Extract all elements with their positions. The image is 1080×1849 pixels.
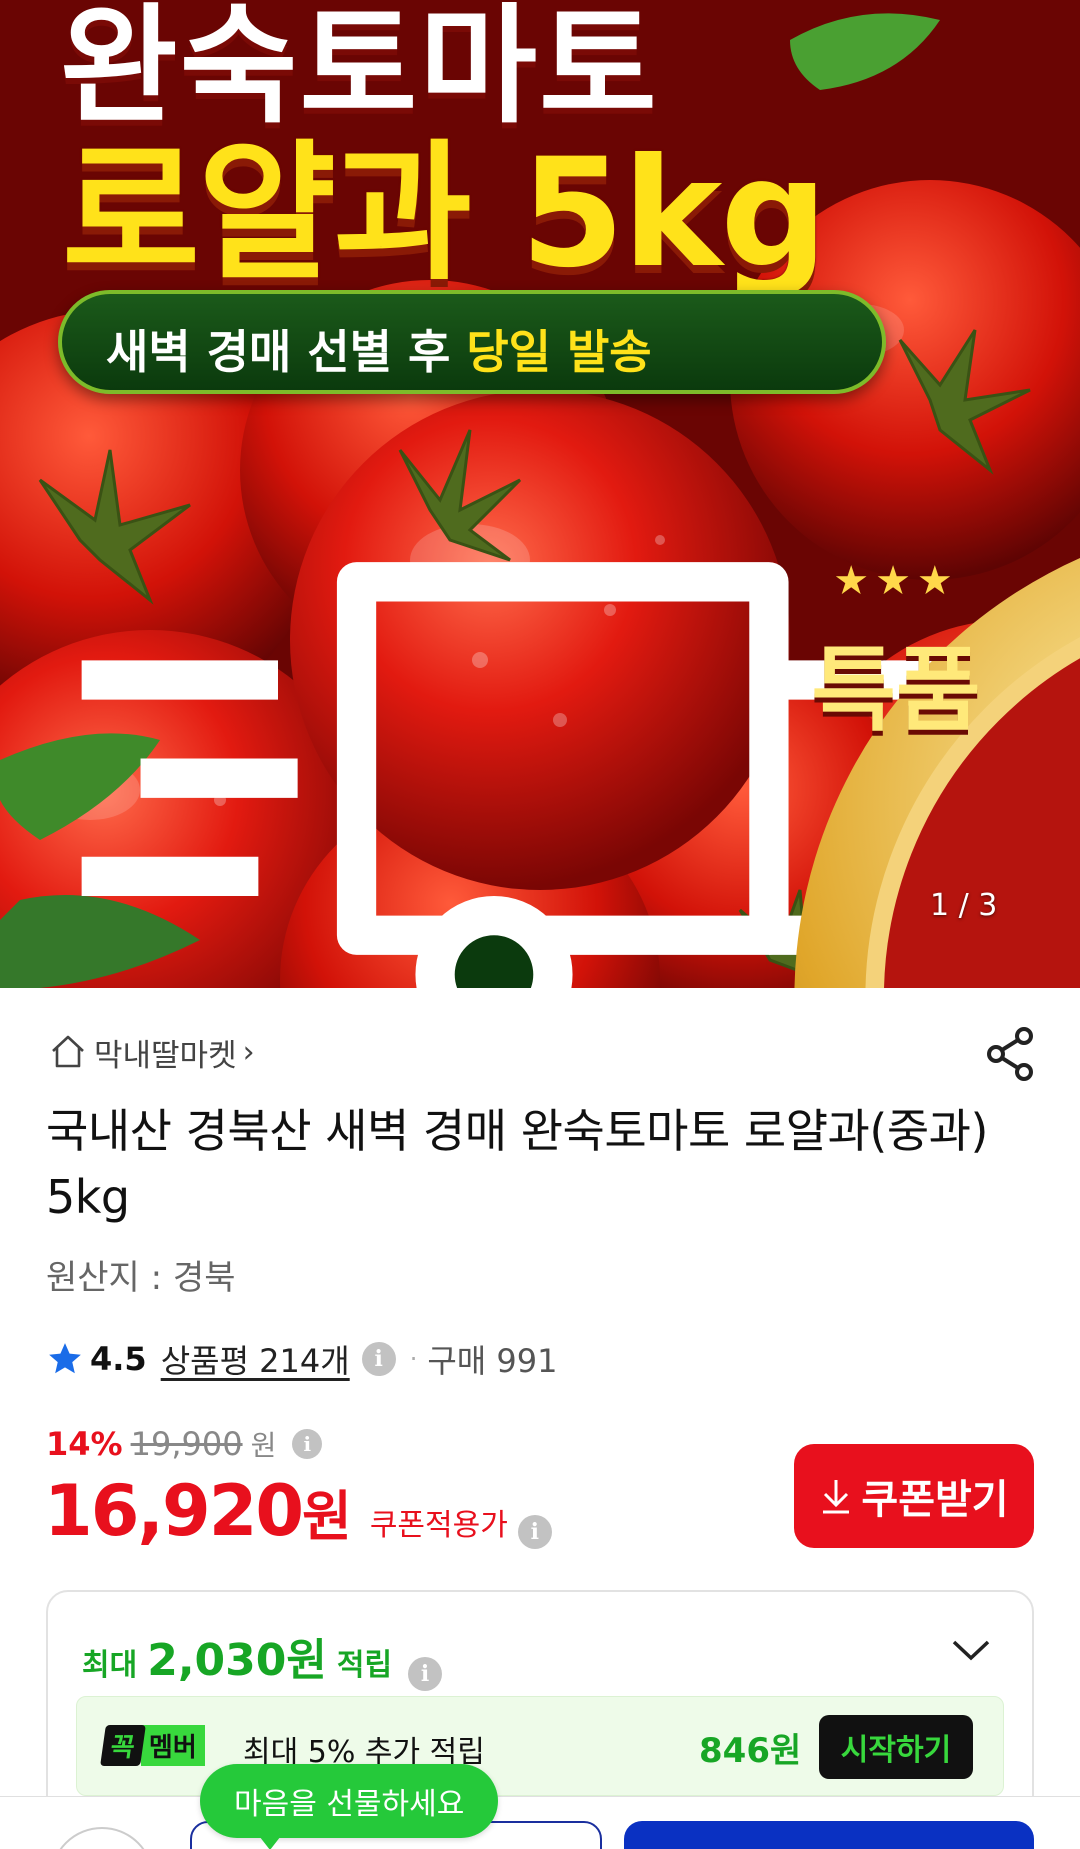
final-price: 16,920 [44, 1470, 304, 1552]
reward-prefix: 최대 [82, 1648, 138, 1683]
wishlist-button[interactable] [50, 1827, 154, 1849]
separator-dot: · [409, 1345, 418, 1373]
product-image-carousel[interactable]: 완숙토마토 로얄과 5kg 새벽 경매 선별 후 당일 발송 ★★★ 특품 1 … [0, 0, 1080, 988]
hero-shipping-banner: 새벽 경매 선별 후 당일 발송 [58, 290, 1080, 988]
reward-suffix: 적립 [336, 1648, 393, 1683]
tooltip-tail [256, 1832, 284, 1849]
premium-badge: ★★★ 특품 [736, 504, 1080, 988]
origin-label: 원산지 : 경북 [46, 1258, 236, 1298]
badge-text: 특품 [811, 637, 981, 744]
member-reward-amount: 846원 [699, 1731, 802, 1771]
coupon-price-label: 쿠폰적용가 [369, 1508, 508, 1543]
carousel-counter: 1 / 3 [930, 888, 998, 923]
reward-header: 최대 2,030원 적립 i [82, 1624, 443, 1691]
share-icon[interactable] [984, 1026, 1036, 1082]
badge-stars: ★★★ [833, 558, 959, 604]
buy-button[interactable] [624, 1821, 1034, 1849]
chevron-right-icon: › [242, 1034, 255, 1070]
discount-rate: 14% [46, 1425, 123, 1463]
coupon-button-label: 쿠폰받기 [861, 1478, 1009, 1522]
download-coupon-button[interactable]: 쿠폰받기 [794, 1444, 1034, 1548]
rating-row: 4.5 상품평 214개 i · 구매 991 [46, 1334, 557, 1384]
start-membership-button[interactable]: 시작하기 [819, 1715, 973, 1779]
gift-tooltip-text: 마음을 선물하세요 [234, 1787, 465, 1822]
final-price-unit: 원 [302, 1485, 352, 1548]
coupon-info-icon[interactable]: i [517, 1515, 552, 1549]
final-price-row: 16,920 원 쿠폰적용가 i [44, 1470, 552, 1552]
review-info-icon[interactable]: i [361, 1342, 396, 1376]
store-link[interactable]: 막내딸마켓 › [48, 1030, 255, 1074]
member-badge-b: 멤버 [140, 1724, 205, 1766]
original-price-unit: 원 [250, 1429, 277, 1462]
reward-info-icon[interactable]: i [408, 1657, 443, 1691]
price-info-icon[interactable]: i [292, 1429, 323, 1459]
purchase-count: 구매 991 [427, 1342, 558, 1380]
rating-value: 4.5 [90, 1340, 147, 1378]
store-name: 막내딸마켓 [94, 1037, 237, 1074]
gift-tooltip: 마음을 선물하세요 [200, 1764, 499, 1849]
reward-amount: 2,030원 [147, 1635, 327, 1686]
member-badge: 꼭 멤버 [100, 1724, 205, 1766]
chevron-down-icon[interactable] [948, 1634, 994, 1666]
star-icon [49, 1343, 81, 1374]
review-count-link[interactable]: 상품평 214개 [161, 1336, 350, 1382]
home-icon [52, 1035, 84, 1068]
bottom-action-bar [0, 1796, 1080, 1849]
product-title: 국내산 경북산 새벽 경매 완숙토마토 로얄과(중과) 5kg [46, 1104, 988, 1224]
hero-title-line2: 로얄과 5kg [62, 127, 828, 301]
original-price: 19,900 [130, 1425, 243, 1463]
discount-row: 14% 19,900 원 i [46, 1424, 323, 1464]
download-icon [823, 1480, 850, 1514]
member-badge-a: 꼭 [100, 1724, 146, 1766]
